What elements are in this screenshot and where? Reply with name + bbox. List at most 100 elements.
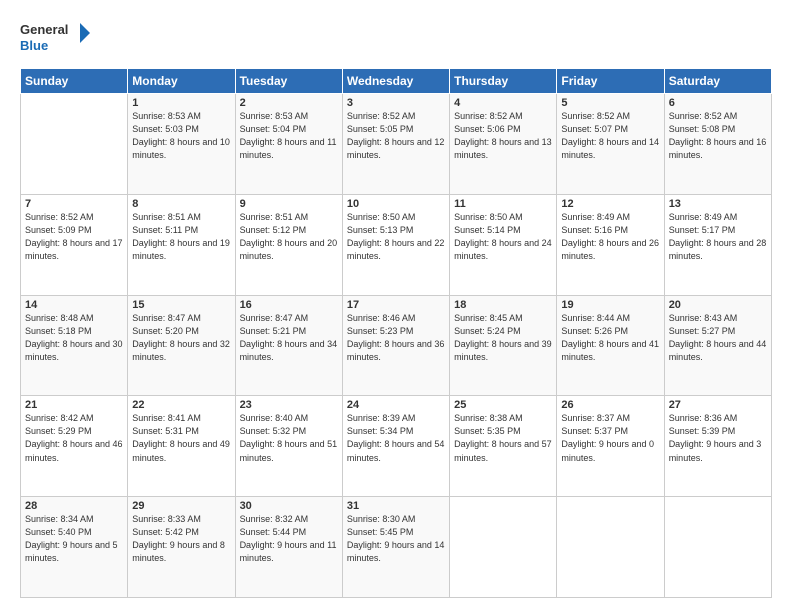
- day-info: Sunrise: 8:48 AMSunset: 5:18 PMDaylight:…: [25, 312, 123, 364]
- calendar-cell: 20Sunrise: 8:43 AMSunset: 5:27 PMDayligh…: [664, 295, 771, 396]
- calendar-cell: 16Sunrise: 8:47 AMSunset: 5:21 PMDayligh…: [235, 295, 342, 396]
- calendar-week-row: 14Sunrise: 8:48 AMSunset: 5:18 PMDayligh…: [21, 295, 772, 396]
- day-info: Sunrise: 8:46 AMSunset: 5:23 PMDaylight:…: [347, 312, 445, 364]
- day-info: Sunrise: 8:52 AMSunset: 5:07 PMDaylight:…: [561, 110, 659, 162]
- day-info: Sunrise: 8:49 AMSunset: 5:17 PMDaylight:…: [669, 211, 767, 263]
- day-number: 5: [561, 97, 659, 109]
- page: General Blue SundayMondayTuesdayWednesda…: [0, 0, 792, 612]
- day-info: Sunrise: 8:53 AMSunset: 5:03 PMDaylight:…: [132, 110, 230, 162]
- day-number: 31: [347, 500, 445, 512]
- calendar-week-row: 1Sunrise: 8:53 AMSunset: 5:03 PMDaylight…: [21, 94, 772, 195]
- day-info: Sunrise: 8:36 AMSunset: 5:39 PMDaylight:…: [669, 412, 767, 464]
- calendar-week-row: 21Sunrise: 8:42 AMSunset: 5:29 PMDayligh…: [21, 396, 772, 497]
- calendar-cell: 21Sunrise: 8:42 AMSunset: 5:29 PMDayligh…: [21, 396, 128, 497]
- day-info: Sunrise: 8:42 AMSunset: 5:29 PMDaylight:…: [25, 412, 123, 464]
- day-number: 18: [454, 299, 552, 311]
- svg-text:Blue: Blue: [20, 38, 48, 53]
- calendar-cell: [21, 94, 128, 195]
- day-number: 13: [669, 198, 767, 210]
- day-info: Sunrise: 8:39 AMSunset: 5:34 PMDaylight:…: [347, 412, 445, 464]
- calendar-cell: 19Sunrise: 8:44 AMSunset: 5:26 PMDayligh…: [557, 295, 664, 396]
- calendar-cell: 27Sunrise: 8:36 AMSunset: 5:39 PMDayligh…: [664, 396, 771, 497]
- calendar-cell: 11Sunrise: 8:50 AMSunset: 5:14 PMDayligh…: [450, 194, 557, 295]
- day-number: 7: [25, 198, 123, 210]
- header: General Blue: [20, 18, 772, 58]
- day-info: Sunrise: 8:47 AMSunset: 5:21 PMDaylight:…: [240, 312, 338, 364]
- weekday-header: Saturday: [664, 69, 771, 94]
- day-number: 1: [132, 97, 230, 109]
- calendar-week-row: 7Sunrise: 8:52 AMSunset: 5:09 PMDaylight…: [21, 194, 772, 295]
- calendar-cell: 26Sunrise: 8:37 AMSunset: 5:37 PMDayligh…: [557, 396, 664, 497]
- day-number: 3: [347, 97, 445, 109]
- weekday-header: Sunday: [21, 69, 128, 94]
- day-info: Sunrise: 8:37 AMSunset: 5:37 PMDaylight:…: [561, 412, 659, 464]
- calendar-cell: 9Sunrise: 8:51 AMSunset: 5:12 PMDaylight…: [235, 194, 342, 295]
- logo: General Blue: [20, 18, 90, 58]
- day-number: 19: [561, 299, 659, 311]
- day-info: Sunrise: 8:50 AMSunset: 5:14 PMDaylight:…: [454, 211, 552, 263]
- day-info: Sunrise: 8:32 AMSunset: 5:44 PMDaylight:…: [240, 513, 338, 565]
- day-info: Sunrise: 8:41 AMSunset: 5:31 PMDaylight:…: [132, 412, 230, 464]
- calendar-cell: 12Sunrise: 8:49 AMSunset: 5:16 PMDayligh…: [557, 194, 664, 295]
- calendar-cell: [664, 497, 771, 598]
- calendar-cell: [557, 497, 664, 598]
- day-info: Sunrise: 8:52 AMSunset: 5:06 PMDaylight:…: [454, 110, 552, 162]
- calendar-cell: 25Sunrise: 8:38 AMSunset: 5:35 PMDayligh…: [450, 396, 557, 497]
- day-number: 9: [240, 198, 338, 210]
- day-number: 30: [240, 500, 338, 512]
- day-info: Sunrise: 8:50 AMSunset: 5:13 PMDaylight:…: [347, 211, 445, 263]
- calendar-cell: 17Sunrise: 8:46 AMSunset: 5:23 PMDayligh…: [342, 295, 449, 396]
- day-info: Sunrise: 8:45 AMSunset: 5:24 PMDaylight:…: [454, 312, 552, 364]
- day-info: Sunrise: 8:49 AMSunset: 5:16 PMDaylight:…: [561, 211, 659, 263]
- calendar-cell: 18Sunrise: 8:45 AMSunset: 5:24 PMDayligh…: [450, 295, 557, 396]
- calendar-cell: 1Sunrise: 8:53 AMSunset: 5:03 PMDaylight…: [128, 94, 235, 195]
- day-info: Sunrise: 8:34 AMSunset: 5:40 PMDaylight:…: [25, 513, 123, 565]
- calendar-week-row: 28Sunrise: 8:34 AMSunset: 5:40 PMDayligh…: [21, 497, 772, 598]
- weekday-header: Thursday: [450, 69, 557, 94]
- calendar-cell: 3Sunrise: 8:52 AMSunset: 5:05 PMDaylight…: [342, 94, 449, 195]
- calendar-cell: 8Sunrise: 8:51 AMSunset: 5:11 PMDaylight…: [128, 194, 235, 295]
- calendar-cell: [450, 497, 557, 598]
- weekday-header: Monday: [128, 69, 235, 94]
- calendar-cell: 23Sunrise: 8:40 AMSunset: 5:32 PMDayligh…: [235, 396, 342, 497]
- day-info: Sunrise: 8:52 AMSunset: 5:08 PMDaylight:…: [669, 110, 767, 162]
- day-number: 26: [561, 399, 659, 411]
- day-info: Sunrise: 8:51 AMSunset: 5:12 PMDaylight:…: [240, 211, 338, 263]
- day-number: 23: [240, 399, 338, 411]
- day-number: 8: [132, 198, 230, 210]
- day-number: 27: [669, 399, 767, 411]
- day-number: 4: [454, 97, 552, 109]
- calendar-cell: 24Sunrise: 8:39 AMSunset: 5:34 PMDayligh…: [342, 396, 449, 497]
- calendar-table: SundayMondayTuesdayWednesdayThursdayFrid…: [20, 68, 772, 598]
- day-number: 25: [454, 399, 552, 411]
- day-info: Sunrise: 8:44 AMSunset: 5:26 PMDaylight:…: [561, 312, 659, 364]
- day-number: 15: [132, 299, 230, 311]
- weekday-header: Tuesday: [235, 69, 342, 94]
- day-info: Sunrise: 8:30 AMSunset: 5:45 PMDaylight:…: [347, 513, 445, 565]
- calendar-cell: 31Sunrise: 8:30 AMSunset: 5:45 PMDayligh…: [342, 497, 449, 598]
- weekday-header: Friday: [557, 69, 664, 94]
- day-info: Sunrise: 8:38 AMSunset: 5:35 PMDaylight:…: [454, 412, 552, 464]
- calendar-cell: 15Sunrise: 8:47 AMSunset: 5:20 PMDayligh…: [128, 295, 235, 396]
- calendar-cell: 2Sunrise: 8:53 AMSunset: 5:04 PMDaylight…: [235, 94, 342, 195]
- logo-svg: General Blue: [20, 18, 90, 58]
- day-number: 29: [132, 500, 230, 512]
- day-info: Sunrise: 8:47 AMSunset: 5:20 PMDaylight:…: [132, 312, 230, 364]
- day-number: 14: [25, 299, 123, 311]
- day-number: 22: [132, 399, 230, 411]
- day-number: 12: [561, 198, 659, 210]
- calendar-cell: 30Sunrise: 8:32 AMSunset: 5:44 PMDayligh…: [235, 497, 342, 598]
- day-number: 11: [454, 198, 552, 210]
- day-info: Sunrise: 8:52 AMSunset: 5:09 PMDaylight:…: [25, 211, 123, 263]
- day-number: 17: [347, 299, 445, 311]
- calendar-header-row: SundayMondayTuesdayWednesdayThursdayFrid…: [21, 69, 772, 94]
- calendar-cell: 14Sunrise: 8:48 AMSunset: 5:18 PMDayligh…: [21, 295, 128, 396]
- day-number: 6: [669, 97, 767, 109]
- day-number: 16: [240, 299, 338, 311]
- calendar-cell: 13Sunrise: 8:49 AMSunset: 5:17 PMDayligh…: [664, 194, 771, 295]
- day-info: Sunrise: 8:53 AMSunset: 5:04 PMDaylight:…: [240, 110, 338, 162]
- day-info: Sunrise: 8:52 AMSunset: 5:05 PMDaylight:…: [347, 110, 445, 162]
- day-number: 2: [240, 97, 338, 109]
- calendar-cell: 5Sunrise: 8:52 AMSunset: 5:07 PMDaylight…: [557, 94, 664, 195]
- day-number: 21: [25, 399, 123, 411]
